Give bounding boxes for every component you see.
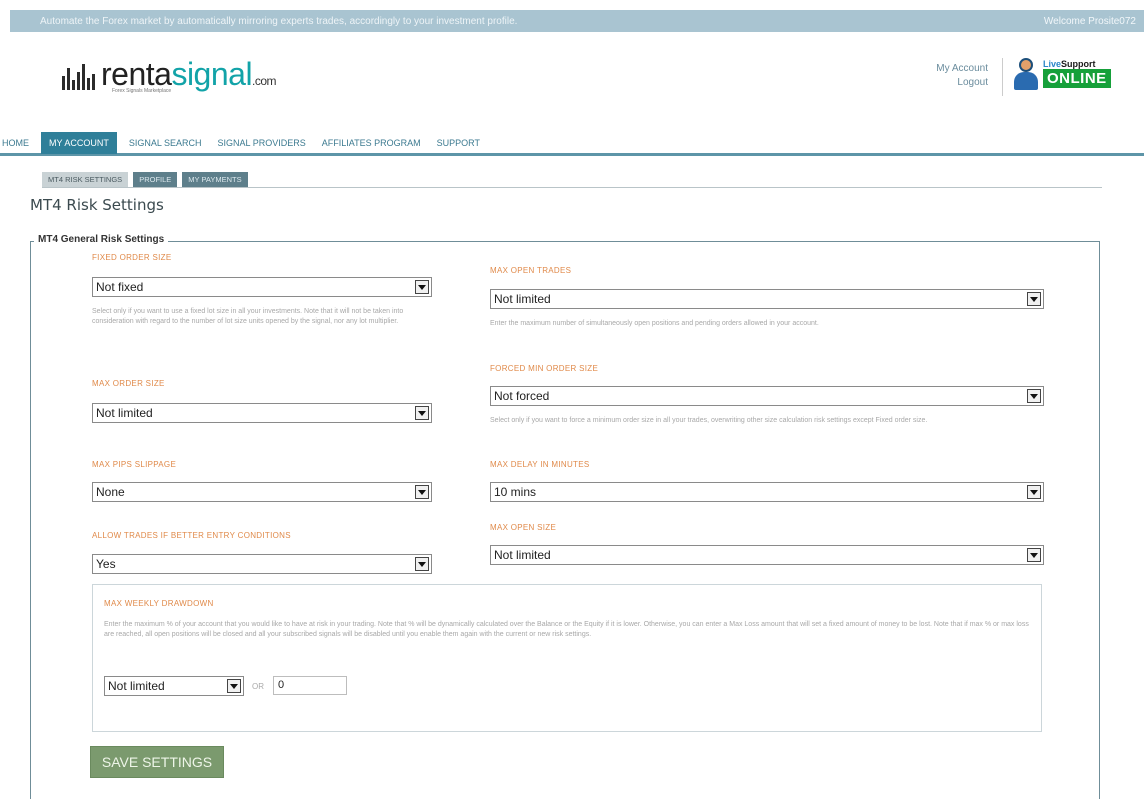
- chevron-down-icon: [415, 557, 429, 571]
- tab-my-payments[interactable]: MY PAYMENTS: [182, 172, 248, 187]
- logo-wordmark: rentasignal.com: [101, 56, 277, 92]
- forced-min-order-size-help: Select only if you want to force a minim…: [490, 417, 928, 424]
- chevron-down-icon: [415, 485, 429, 499]
- nav-item-support[interactable]: SUPPORT: [429, 132, 488, 154]
- nav-item-signal-search[interactable]: SIGNAL SEARCH: [121, 132, 210, 154]
- tagline-text: Automate the Forex market by automatical…: [40, 15, 518, 27]
- fixed-order-size-help: Select only if you want to use a fixed l…: [92, 308, 404, 325]
- max-open-size-label: MAX OPEN SIZE: [490, 523, 557, 532]
- forced-min-order-size-label: FORCED MIN ORDER SIZE: [490, 364, 599, 373]
- support-agent-icon: [1013, 56, 1039, 90]
- max-open-trades-select[interactable]: Not limited: [490, 289, 1044, 309]
- live-support-widget[interactable]: LiveSupport ONLINE: [1013, 56, 1111, 90]
- max-weekly-drawdown-panel: [92, 584, 1042, 732]
- chevron-down-icon: [415, 406, 429, 420]
- chevron-down-icon: [1027, 548, 1041, 562]
- allow-better-entry-select[interactable]: Yes: [92, 554, 432, 574]
- fixed-order-size-select[interactable]: Not fixed: [92, 277, 432, 297]
- tab-mt4-risk-settings[interactable]: MT4 RISK SETTINGS: [42, 172, 129, 187]
- max-weekly-drawdown-select[interactable]: Not limited: [104, 676, 244, 696]
- logo-bars-icon: [62, 64, 95, 90]
- chevron-down-icon: [415, 280, 429, 294]
- max-pips-slippage-select[interactable]: None: [92, 482, 432, 502]
- account-subnav: MT4 RISK SETTINGS PROFILE MY PAYMENTS: [42, 171, 1102, 188]
- site-header: rentasignal.com Forex Signals Marketplac…: [0, 32, 1144, 122]
- welcome-text: Welcome Prosite072: [1043, 15, 1136, 27]
- chevron-down-icon: [1027, 485, 1041, 499]
- logo-tagline: Forex Signals Marketplace: [112, 88, 172, 94]
- chevron-down-icon: [1027, 292, 1041, 306]
- nav-item-my-account[interactable]: MY ACCOUNT: [41, 131, 117, 154]
- main-nav: HOME MY ACCOUNT SIGNAL SEARCH SIGNAL PRO…: [0, 131, 1144, 156]
- save-settings-button[interactable]: SAVE SETTINGS: [90, 746, 224, 778]
- max-open-size-select[interactable]: Not limited: [490, 545, 1044, 565]
- nav-item-affiliates-program[interactable]: AFFILIATES PROGRAM: [314, 132, 429, 154]
- tab-profile[interactable]: PROFILE: [133, 172, 178, 187]
- max-loss-amount-input[interactable]: 0: [273, 676, 347, 695]
- chevron-down-icon: [227, 679, 241, 693]
- page-title: MT4 Risk Settings: [30, 196, 164, 214]
- forced-min-order-size-select[interactable]: Not forced: [490, 386, 1044, 406]
- chevron-down-icon: [1027, 389, 1041, 403]
- max-order-size-label: MAX ORDER SIZE: [92, 379, 165, 388]
- max-pips-slippage-label: MAX PIPS SLIPPAGE: [92, 460, 177, 469]
- header-divider: [1002, 58, 1003, 96]
- fixed-order-size-label: FIXED ORDER SIZE: [92, 253, 172, 262]
- account-links: My Account Logout: [900, 62, 988, 90]
- allow-better-entry-label: ALLOW TRADES IF BETTER ENTRY CONDITIONS: [92, 531, 291, 540]
- group-legend: MT4 General Risk Settings: [34, 234, 169, 245]
- max-open-trades-label: MAX OPEN TRADES: [490, 266, 572, 275]
- top-announcement-bar: Automate the Forex market by automatical…: [10, 10, 1144, 32]
- logout-link[interactable]: Logout: [900, 76, 988, 90]
- max-delay-minutes-select[interactable]: 10 mins: [490, 482, 1044, 502]
- max-delay-minutes-label: MAX DELAY IN MINUTES: [490, 460, 590, 469]
- my-account-link[interactable]: My Account: [900, 62, 988, 76]
- nav-item-home[interactable]: HOME: [0, 132, 37, 154]
- online-status-badge: ONLINE: [1043, 68, 1111, 88]
- page-root: Automate the Forex market by automatical…: [0, 0, 1144, 799]
- live-support-label: LiveSupport: [1043, 58, 1096, 69]
- max-weekly-drawdown-label: MAX WEEKLY DRAWDOWN: [104, 599, 214, 608]
- site-logo[interactable]: rentasignal.com Forex Signals Marketplac…: [62, 56, 277, 94]
- max-weekly-drawdown-help: Enter the maximum % of your account that…: [104, 621, 1029, 638]
- or-label: OR: [252, 682, 264, 691]
- max-order-size-select[interactable]: Not limited: [92, 403, 432, 423]
- max-open-trades-help: Enter the maximum number of simultaneous…: [490, 320, 819, 327]
- nav-item-signal-providers[interactable]: SIGNAL PROVIDERS: [210, 132, 314, 154]
